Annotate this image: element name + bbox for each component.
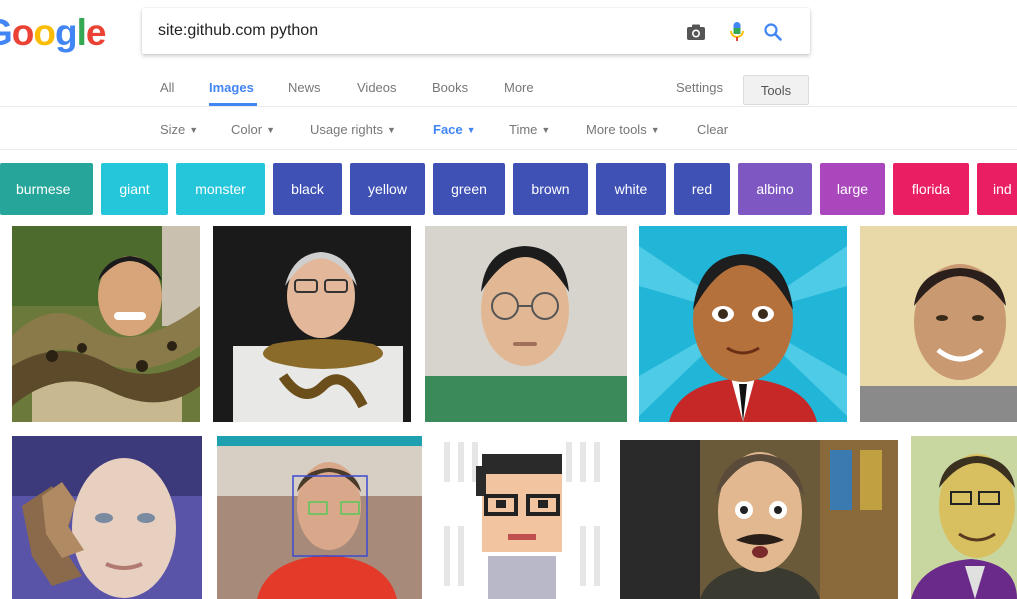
tab-news[interactable]: News (288, 80, 321, 95)
logo-letter-g2: g (55, 12, 78, 53)
image-result[interactable] (213, 226, 411, 422)
chip-burmese[interactable]: burmese (0, 163, 93, 215)
chip-green[interactable]: green (433, 163, 505, 215)
filter-color-label: Color (231, 122, 263, 137)
tab-images[interactable]: Images (209, 80, 254, 95)
filter-clear[interactable]: Clear (697, 122, 728, 137)
logo-letter-o2: o (33, 12, 56, 53)
chip-yellow[interactable]: yellow (350, 163, 425, 215)
man-with-python-photo (12, 226, 200, 422)
camera-icon[interactable] (684, 20, 708, 44)
filter-size[interactable]: Size ▼ (160, 122, 198, 137)
filters-divider (0, 149, 1017, 150)
chevron-down-icon: ▼ (650, 125, 660, 135)
logo-letter-g: G (0, 12, 13, 54)
image-result[interactable] (436, 436, 606, 599)
filter-face[interactable]: Face ▼ (433, 122, 476, 137)
chip-albino[interactable]: albino (738, 163, 812, 215)
filter-time[interactable]: Time ▼ (509, 122, 550, 137)
3d-face-mesh-render (12, 436, 202, 599)
surprised-man-with-mustache-photo (620, 440, 898, 599)
face-detection-screenshot (217, 436, 422, 599)
logo-letter-o1: o (11, 12, 35, 53)
pixel-art-man-with-glasses (436, 436, 606, 599)
chevron-down-icon: ▼ (541, 125, 551, 135)
google-images-page: Google All Images News Videos Books More… (0, 0, 1017, 599)
filter-color[interactable]: Color ▼ (231, 122, 275, 137)
logo-letter-e: e (85, 12, 107, 53)
tab-videos[interactable]: Videos (357, 80, 397, 95)
young-man-with-glasses-photo (425, 226, 627, 422)
filter-face-label: Face (433, 122, 463, 137)
filter-more-tools[interactable]: More tools ▼ (586, 122, 660, 137)
google-logo[interactable]: Google (0, 12, 107, 54)
tools-button[interactable]: Tools (743, 75, 809, 105)
tab-more[interactable]: More (504, 80, 534, 95)
logo-letter-l: l (76, 12, 87, 53)
filter-size-label: Size (160, 122, 186, 137)
chip-florida[interactable]: florida (893, 163, 969, 215)
filter-usage-rights[interactable]: Usage rights ▼ (310, 122, 396, 137)
chevron-down-icon: ▼ (466, 125, 476, 135)
tab-books[interactable]: Books (432, 80, 468, 95)
search-icon[interactable] (761, 20, 785, 44)
chip-black[interactable]: black (273, 163, 342, 215)
chevron-down-icon: ▼ (266, 125, 275, 135)
chip-red[interactable]: red (674, 163, 730, 215)
chip-giant[interactable]: giant (101, 163, 168, 215)
cartoon-man-avatar (639, 226, 847, 422)
filter-usage-rights-label: Usage rights (310, 122, 383, 137)
image-result[interactable] (860, 226, 1017, 422)
filter-more-tools-label: More tools (586, 122, 647, 137)
image-result[interactable] (425, 226, 627, 422)
image-result[interactable] (12, 226, 200, 422)
microphone-icon[interactable] (725, 20, 749, 44)
image-result[interactable] (639, 226, 847, 422)
tab-all[interactable]: All (160, 80, 174, 95)
image-result[interactable] (620, 440, 898, 599)
tabs-divider (0, 106, 1017, 107)
chip-white[interactable]: white (596, 163, 666, 215)
man-with-glasses-photo (911, 436, 1017, 599)
filter-time-label: Time (509, 122, 538, 137)
chevron-down-icon: ▼ (189, 125, 199, 135)
image-result[interactable] (217, 436, 422, 599)
related-searches-chips: burmese giant monster black yellow green… (0, 163, 1017, 215)
man-with-glasses-and-python-photo (213, 226, 411, 422)
chevron-down-icon: ▼ (386, 125, 396, 135)
search-box (142, 8, 810, 54)
image-result[interactable] (911, 436, 1017, 599)
chip-monster[interactable]: monster (176, 163, 265, 215)
chip-large[interactable]: large (820, 163, 885, 215)
chip-brown[interactable]: brown (513, 163, 588, 215)
chip-ind[interactable]: ind (977, 163, 1017, 215)
image-result[interactable] (12, 436, 202, 599)
settings-link[interactable]: Settings (676, 80, 723, 95)
smiling-bald-man-photo (860, 226, 1017, 422)
search-input[interactable] (158, 18, 658, 44)
